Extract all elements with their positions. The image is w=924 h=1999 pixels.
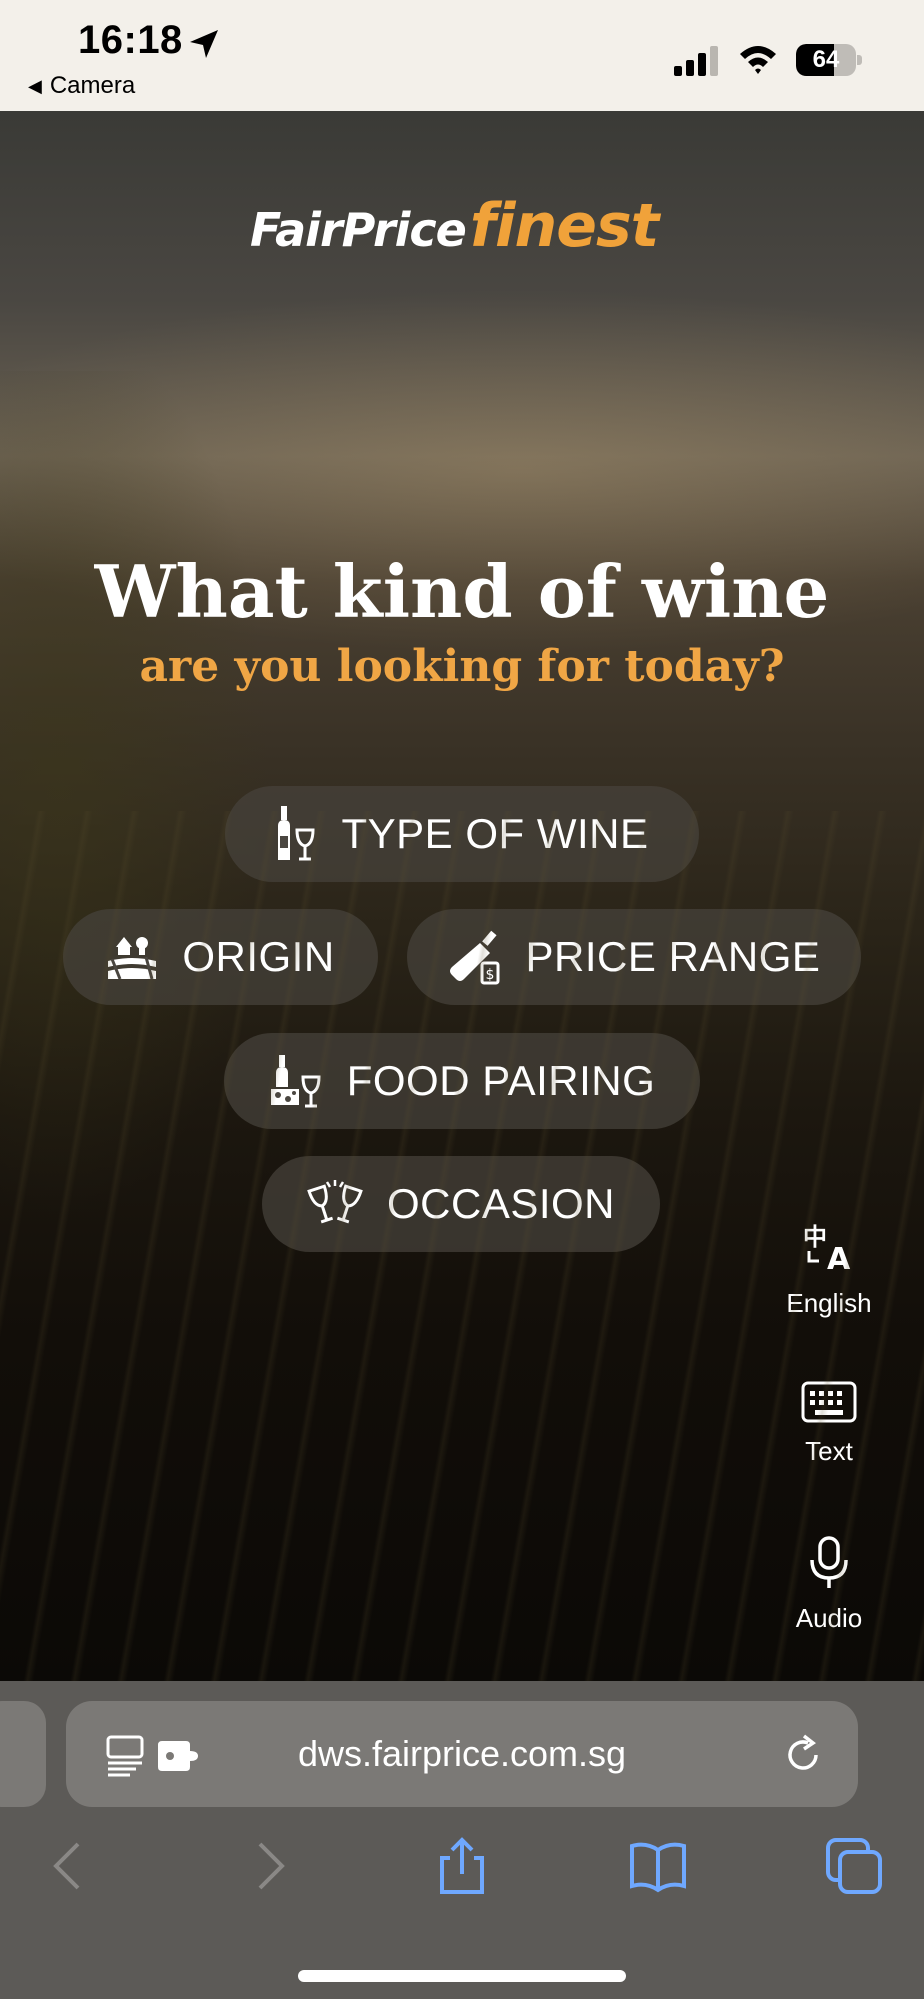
share-icon[interactable] [432,1836,492,1896]
battery-cap [857,55,862,65]
cellular-signal-icon [674,46,718,76]
battery-body: 64 [796,44,856,76]
fairprice-finest-logo[interactable]: FairPrice finest [250,191,680,271]
location-arrow-icon [190,30,218,58]
language-label: English [786,1288,872,1318]
page-headline: What kind of wine [94,549,830,634]
battery-level-text: 64 [812,46,840,73]
cheese-wine-icon [270,1055,321,1108]
back-triangle-icon: ◀ [28,75,42,96]
logo-text-fairprice: FairPrice [250,203,467,257]
audio-input-button[interactable]: Audio [770,1536,888,1634]
translate-icon: 中 A [803,1223,851,1277]
text-input-button[interactable]: Text [770,1381,888,1467]
bottle-price-tag-icon: $ [449,930,500,985]
food-pairing-button[interactable]: FOOD PAIRING [224,1033,700,1129]
cheers-glasses-icon [307,1180,363,1224]
address-bar[interactable]: dws.fairprice.com.sg [66,1701,858,1807]
forward-icon[interactable] [238,1836,298,1896]
type-of-wine-button[interactable]: TYPE OF WINE [225,786,699,882]
reload-icon[interactable] [782,1733,826,1777]
back-to-app-button[interactable]: ◀ Camera [28,72,135,100]
bookmarks-icon[interactable] [628,1836,688,1896]
home-indicator [298,1970,626,1982]
hero-background: FairPrice finest What kind of wine are y… [0,111,924,1681]
origin-label: ORIGIN [182,933,335,980]
svg-text:$: $ [485,967,494,983]
text-label: Text [805,1436,853,1466]
price-range-button[interactable]: $ PRICE RANGE [407,909,861,1005]
vineyard-icon [108,937,157,980]
price-range-label: PRICE RANGE [525,933,821,980]
back-app-label: Camera [49,72,136,99]
battery-indicator: 64 [796,44,862,78]
food-pairing-label: FOOD PAIRING [346,1057,656,1104]
tabs-icon[interactable] [824,1836,884,1896]
svg-text:A: A [827,1242,851,1275]
status-time: 16:18 [78,18,183,62]
keyboard-icon [801,1381,857,1423]
audio-label: Audio [795,1603,863,1633]
back-icon[interactable] [40,1836,100,1896]
origin-button[interactable]: ORIGIN [63,909,378,1005]
wine-bottle-glass-icon [278,806,315,861]
page-subheadline: are you looking for today? [139,641,785,692]
occasion-button[interactable]: OCCASION [262,1156,660,1252]
microphone-icon [810,1536,848,1588]
status-bar: 16:18 ◀ Camera 64 [0,0,924,111]
occasion-label: OCCASION [386,1180,616,1227]
previous-tab-preview[interactable] [0,1701,46,1807]
language-button[interactable]: 中 A English [770,1221,888,1319]
logo-text-finest: finest [469,191,659,261]
type-of-wine-label: TYPE OF WINE [341,810,649,857]
url-text: dws.fairprice.com.sg [297,1733,627,1774]
browser-toolbar: dws.fairprice.com.sg [0,1681,924,1999]
svg-text:中: 中 [803,1223,827,1251]
wifi-icon [740,46,776,74]
